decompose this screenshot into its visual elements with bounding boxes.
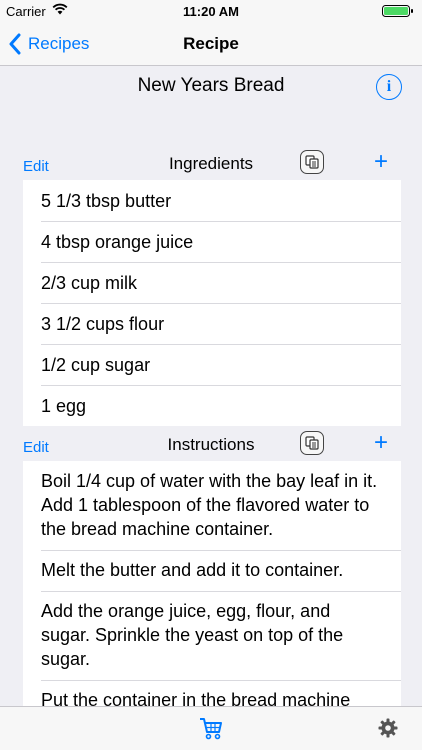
copy-icon: [305, 436, 319, 450]
ingredient-item[interactable]: 2/3 cup milk: [23, 262, 401, 303]
ingredients-title: Ingredients: [168, 154, 254, 173]
info-button[interactable]: i: [376, 74, 402, 100]
navigation-bar: Recipes Recipe: [0, 22, 422, 66]
instructions-title: Instructions: [167, 435, 255, 454]
instructions-list: Boil 1/4 cup of water with the bay leaf …: [23, 461, 401, 721]
ingredient-item[interactable]: 1 egg: [23, 385, 401, 426]
ingredients-header: Edit Ingredients +: [0, 150, 422, 180]
status-bar: Carrier 11:20 AM: [0, 0, 422, 22]
ingredient-item[interactable]: 3 1/2 cups flour: [23, 303, 401, 344]
battery-icon: [382, 5, 413, 17]
ingredient-item[interactable]: 4 tbsp orange juice: [23, 221, 401, 262]
add-instruction-button[interactable]: +: [374, 431, 388, 455]
instructions-copy-button[interactable]: [300, 431, 324, 455]
status-time: 11:20 AM: [183, 4, 239, 19]
instructions-header: Edit Instructions +: [0, 431, 422, 461]
ingredients-list: 5 1/3 tbsp butter 4 tbsp orange juice 2/…: [23, 180, 401, 426]
cart-icon[interactable]: [198, 715, 224, 741]
copy-icon: [305, 155, 319, 169]
tab-bar: [0, 706, 422, 750]
gear-icon[interactable]: [378, 718, 398, 738]
info-icon: i: [386, 78, 392, 95]
add-ingredient-button[interactable]: +: [374, 150, 388, 174]
instruction-item[interactable]: Add the orange juice, egg, flour, and su…: [23, 591, 401, 680]
ingredient-item[interactable]: 5 1/3 tbsp butter: [23, 180, 401, 221]
instruction-item[interactable]: Melt the butter and add it to container.: [23, 550, 401, 591]
ingredients-copy-button[interactable]: [300, 150, 324, 174]
instruction-item[interactable]: Boil 1/4 cup of water with the bay leaf …: [23, 461, 401, 550]
recipe-name: New Years Bread: [137, 75, 285, 96]
page-title: Recipe: [183, 34, 239, 53]
ingredient-item[interactable]: 1/2 cup sugar: [23, 344, 401, 385]
